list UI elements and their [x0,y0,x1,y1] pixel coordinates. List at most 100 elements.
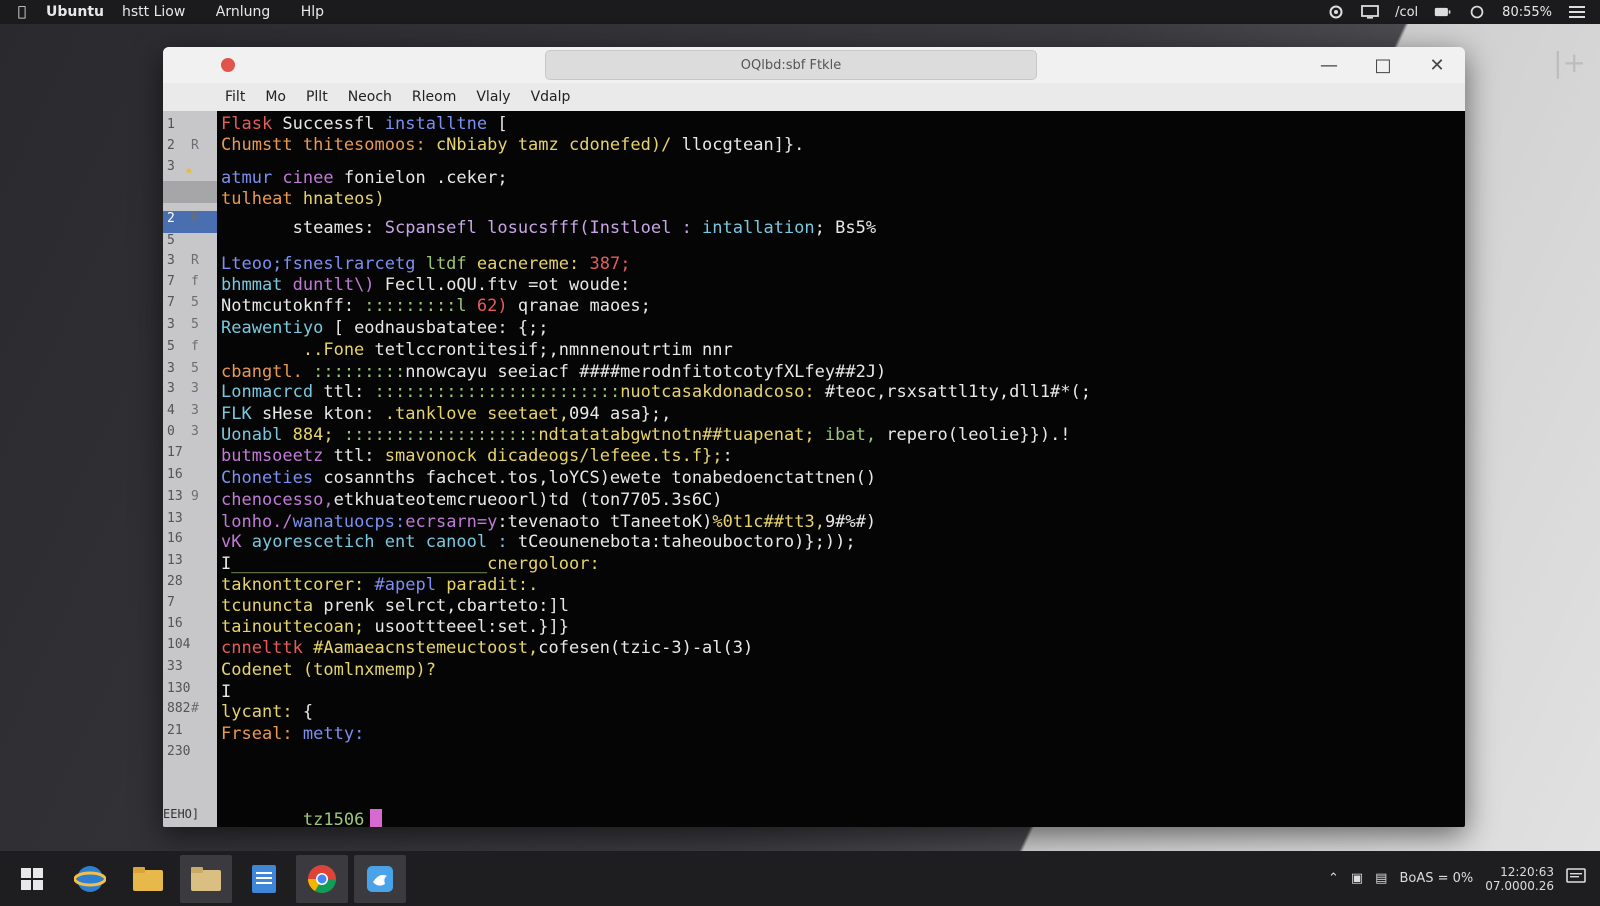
code-token: smavonock dicadeogs/lefeee.ts.f}; [384,446,723,466]
code-token: tevenaoto [507,512,610,532]
clock[interactable]: 1​2:20:63 07.0000.26 [1485,865,1554,893]
volume-icon[interactable]: ▤ [1375,871,1387,886]
menu-item[interactable]: Neoch [348,89,392,105]
code-line[interactable]: chenocesso,etkhuateotemcrueoorl)td (ton7… [221,489,723,511]
notifications-icon[interactable] [1566,867,1586,890]
code-line[interactable]: Reawentiyo [ eodnausbatatee: {;; [221,317,549,339]
chrome-icon [308,864,336,893]
bird-app-icon [367,865,393,892]
code-line[interactable]: Lonmacrcd ttl: ::::::::::::::::::::::::n… [221,381,1091,403]
menu-item[interactable]: Pllt [306,89,328,105]
code-token: intallation [702,218,815,238]
code-line[interactable]: butmsoeetz ttl: smavonock dicadeogs/lefe… [221,445,733,467]
top-menu-item[interactable]: Hlp [301,4,324,20]
start-button[interactable] [6,855,58,903]
sync-icon[interactable] [1327,5,1345,19]
line-number-text: 230 [167,744,191,759]
code-line[interactable]: lonho./wanatuocps:ecrsarn=y:tevenaoto tT… [221,511,876,533]
code-token: butmsoeetz [221,446,334,466]
line-number: 17 [167,445,183,460]
code-token: } [558,617,570,637]
maximize-icon[interactable]: □ [1369,53,1397,77]
line-number: 13 [167,511,183,526]
menu-file[interactable]: Filt [225,89,245,105]
code-line[interactable]: Choneties cosannths fachcet.tos,loYCS)ew… [221,467,876,489]
code-line[interactable]: Codenet (tomlnxmemp)? [221,659,436,681]
folder-button[interactable] [180,854,232,903]
line-mark: 5 [191,361,199,376]
code-line[interactable]: cbangtl. :::::::::nnowcayu seeiacf ####m… [221,361,886,383]
close-dot-icon[interactable] [221,58,235,72]
code-line[interactable]: lycant: { [221,701,313,723]
chrome-button[interactable] [296,854,348,903]
code-line[interactable]: Notmcutoknff: :::::::::l 62) qranae maoe… [221,295,651,317]
code-token: ..Fone [221,340,375,360]
clock-date: 07.0000.26 [1485,878,1554,893]
line-number-text: 13 [167,511,183,526]
line-number: 16 [167,467,183,482]
close-icon[interactable]: ✕ [1423,53,1451,77]
network-icon[interactable]: ▣ [1351,871,1363,886]
minimize-icon[interactable]: — [1315,53,1343,77]
browser-ie-button[interactable] [64,855,116,903]
code-line[interactable]: steames: Scpansefl losucsfff(Instloel : … [221,217,876,239]
line-number: 13 [167,553,183,568]
add-desktop-icon[interactable]: |+ [1553,46,1586,79]
document-button[interactable] [238,855,290,903]
line-number-text: 7 [167,274,175,289]
prompt-line[interactable]: tz1506 [221,787,383,827]
code-token: : [722,446,733,466]
code-line[interactable]: FLK sHese kton: .tanklove seetaet,094 as… [221,403,671,425]
menu-item[interactable]: Rleom [412,89,456,105]
code-line[interactable]: I [221,681,231,703]
code-line[interactable]: Uonabl 884; :::::::::::::::::::ndtatatab… [221,424,1071,446]
line-number: 21 [167,723,183,738]
menu-item[interactable]: Vdalp [531,89,571,105]
code-line[interactable]: cnnelttk #Aamaeacnstemeuctoost,cofesen(t… [221,637,753,659]
app-name[interactable]: Ubuntu [46,4,104,20]
app-button[interactable] [354,854,406,903]
code-token: FLK [221,404,262,424]
tray-chevron-icon[interactable]: ⌃ [1328,871,1339,886]
code-token: ) [865,468,877,488]
code-line[interactable]: taknonttcorer: #apepl paradit:. [221,574,538,596]
apple-logo-icon[interactable]:  [12,2,32,22]
code-line[interactable]: I_________________________cnergoloor: [221,553,600,575]
code-line[interactable]: Lteoo;fsneslrarcetg ltdf eacnereme: 387; [221,253,630,275]
code-line[interactable]: ..Fone tetlccrontitesif;,nmnnenoutrtim n… [221,339,733,361]
code-token: (tomlnxmemp)? [302,660,436,680]
top-menu-item[interactable]: hstt Liow [122,4,185,20]
line-mark: R [191,138,199,153]
line-number: 882 # [167,701,199,716]
file-explorer-button[interactable] [122,855,174,903]
menu-item[interactable]: Mo [265,89,286,105]
screen-mirror-icon[interactable] [1361,5,1379,19]
code-token: (ton7705.3s6C [579,490,713,510]
code-token: Notmcutoknff: [221,296,365,316]
line-number: 7f [167,274,199,289]
code-line[interactable]: tcununcta prenk selrct,cbarteto:]l [221,595,569,617]
top-menu-item[interactable]: Arnlung [216,4,270,20]
code-line[interactable]: Frseal: metty: [221,723,364,745]
siri-icon[interactable] [1468,5,1486,19]
line-mark: 9 [191,489,199,504]
code-line[interactable]: vK ayorescetich ent canool : tCeounenebo… [221,531,856,553]
line-number: 16 [167,616,183,631]
code-token: nnowcayu seeiacf ####merodnfitotcotyfXLf… [405,362,887,382]
bookmark-star-icon[interactable]: ★ [185,163,193,178]
code-line[interactable]: tulheat hnateos) [221,188,385,210]
line-number-text: 7 [167,595,175,610]
battery-icon[interactable] [1434,5,1452,19]
code-line[interactable]: bhmmat duntlt\) Fecll.oQU.ftv =ot woude: [221,274,630,296]
code-line[interactable]: Chumstt thitesomoos: cNbiaby tamz cdonef… [221,134,804,156]
code-line[interactable]: tainouttecoan; usoottteeel:set.}]} [221,616,569,638]
code-view[interactable]: Flask Successfl installtne [Chumstt thit… [217,111,1465,827]
code-line[interactable]: atmur cinee fonielon .ceker; [221,167,508,189]
code-line[interactable]: Flask Successfl installtne [ [221,113,508,135]
folder-icon [191,866,221,891]
menu-item[interactable]: Vlaly [476,89,510,105]
code-token: lonho./ [221,512,293,532]
code-token: tTaneetoK) [609,512,713,532]
code-token: I [221,682,232,702]
menu-list-icon[interactable] [1568,5,1586,19]
